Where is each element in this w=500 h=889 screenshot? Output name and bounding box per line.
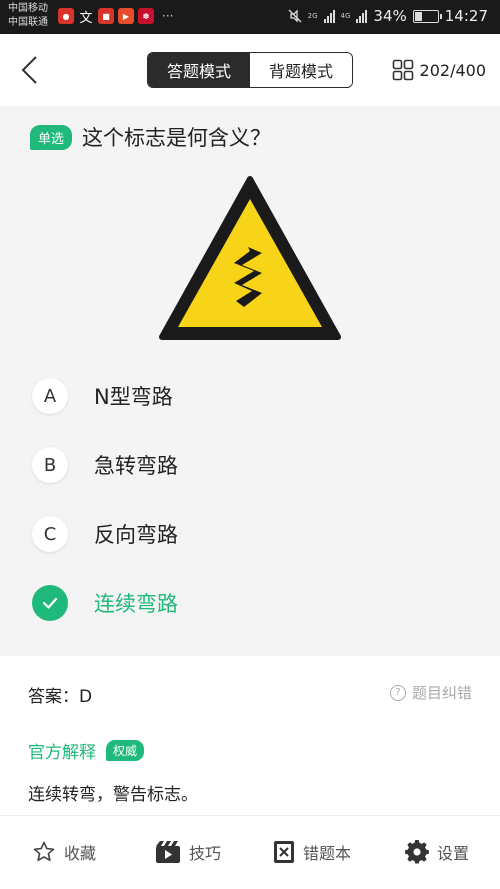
option-a-letter: A <box>32 378 68 414</box>
question-text: 这个标志是何含义？ <box>82 126 272 150</box>
report-error-label: 题目纠错 <box>411 684 472 702</box>
wrong-book-icon <box>274 841 294 863</box>
tab-answer-mode[interactable]: 答题模式 <box>148 53 250 87</box>
wrong-book-label: 错题本 <box>303 844 352 863</box>
option-d[interactable]: 连续弯路 <box>32 585 178 621</box>
option-a-label: N型弯路 <box>94 385 173 409</box>
video-icon <box>156 841 180 863</box>
network-type-1: 2G <box>307 11 318 20</box>
tips-button[interactable]: 技巧 <box>155 840 221 864</box>
tab-recite-mode[interactable]: 背题模式 <box>250 53 352 87</box>
chevron-left-icon <box>21 56 37 84</box>
carrier-1: 中国移动 <box>8 3 48 14</box>
bottom-nav: 收藏 技巧 错题本 设置 <box>0 815 500 889</box>
gear-icon <box>405 840 429 864</box>
report-error-button[interactable]: ? 题目纠错 <box>389 682 472 703</box>
question-header: 单选 这个标志是何含义？ <box>30 122 271 152</box>
mode-switch: 答题模式 背题模式 <box>147 52 353 88</box>
clock: 14:27 <box>444 7 488 25</box>
favorite-label: 收藏 <box>64 844 97 863</box>
battery-fill <box>414 11 422 21</box>
mute-icon <box>288 9 302 23</box>
signal-icon <box>323 9 335 23</box>
wrong-book-button[interactable]: 错题本 <box>273 840 351 864</box>
grid-icon <box>392 59 413 81</box>
option-c-letter: C <box>32 516 68 552</box>
carrier-info: 中国移动 中国联通 <box>8 2 48 30</box>
signal-icon <box>356 9 368 23</box>
network-type-2: 4G <box>340 11 351 20</box>
more-notifications-icon: ··· <box>162 9 174 23</box>
notification-app-icon: 文 <box>79 10 93 26</box>
question-type-tag: 单选 <box>30 124 73 150</box>
answer-label: 答案：D <box>28 687 93 707</box>
back-button[interactable] <box>16 52 44 88</box>
option-c-label: 反向弯路 <box>94 523 178 547</box>
continuous-curves-sign-image <box>159 176 341 340</box>
option-b[interactable]: B 急转弯路 <box>32 447 178 483</box>
progress-count: 202/400 <box>419 60 486 80</box>
option-d-label: 连续弯路 <box>94 592 178 616</box>
battery-icon <box>412 9 442 23</box>
notification-app-icon: ■ <box>98 8 114 24</box>
explanation-header: 官方解释 权威 <box>28 738 145 763</box>
question-progress[interactable]: 202/400 <box>392 59 486 81</box>
carrier-2: 中国联通 <box>8 17 48 28</box>
answer-panel: 答案：D ? 题目纠错 官方解释 权威 连续转弯，警告标志。 <box>0 656 500 815</box>
option-b-letter: B <box>32 447 68 483</box>
settings-label: 设置 <box>437 844 470 863</box>
star-icon <box>33 841 55 862</box>
settings-button[interactable]: 设置 <box>405 840 469 864</box>
explanation-title: 官方解释 <box>28 743 96 763</box>
notification-app-icon: ✽ <box>138 8 154 24</box>
header: 答题模式 背题模式 202/400 <box>0 34 500 106</box>
favorite-button[interactable]: 收藏 <box>32 840 96 864</box>
status-right: 2G 4G 34% 14:27 <box>288 7 488 25</box>
option-c[interactable]: C 反向弯路 <box>32 516 178 552</box>
tips-label: 技巧 <box>189 844 222 863</box>
explanation-text: 连续转弯，警告标志。 <box>28 785 198 805</box>
notification-icons: ● 文 ■ ▶ ✽ ··· <box>58 8 174 26</box>
question-area: 单选 这个标志是何含义？ A N型弯路 B 急转弯路 C 反向弯路 连续弯路 <box>0 106 500 656</box>
question-mark-icon: ? <box>389 684 406 701</box>
notification-app-icon: ▶ <box>118 8 134 24</box>
checkmark-icon <box>32 585 68 621</box>
option-a[interactable]: A N型弯路 <box>32 378 173 414</box>
battery-percent: 34% <box>373 7 407 25</box>
notification-app-icon: ● <box>58 8 74 24</box>
status-bar: 中国移动 中国联通 ● 文 ■ ▶ ✽ ··· 2G 4G 34% 14:27 <box>0 0 500 34</box>
option-b-label: 急转弯路 <box>94 454 178 478</box>
authority-badge: 权威 <box>106 740 145 761</box>
